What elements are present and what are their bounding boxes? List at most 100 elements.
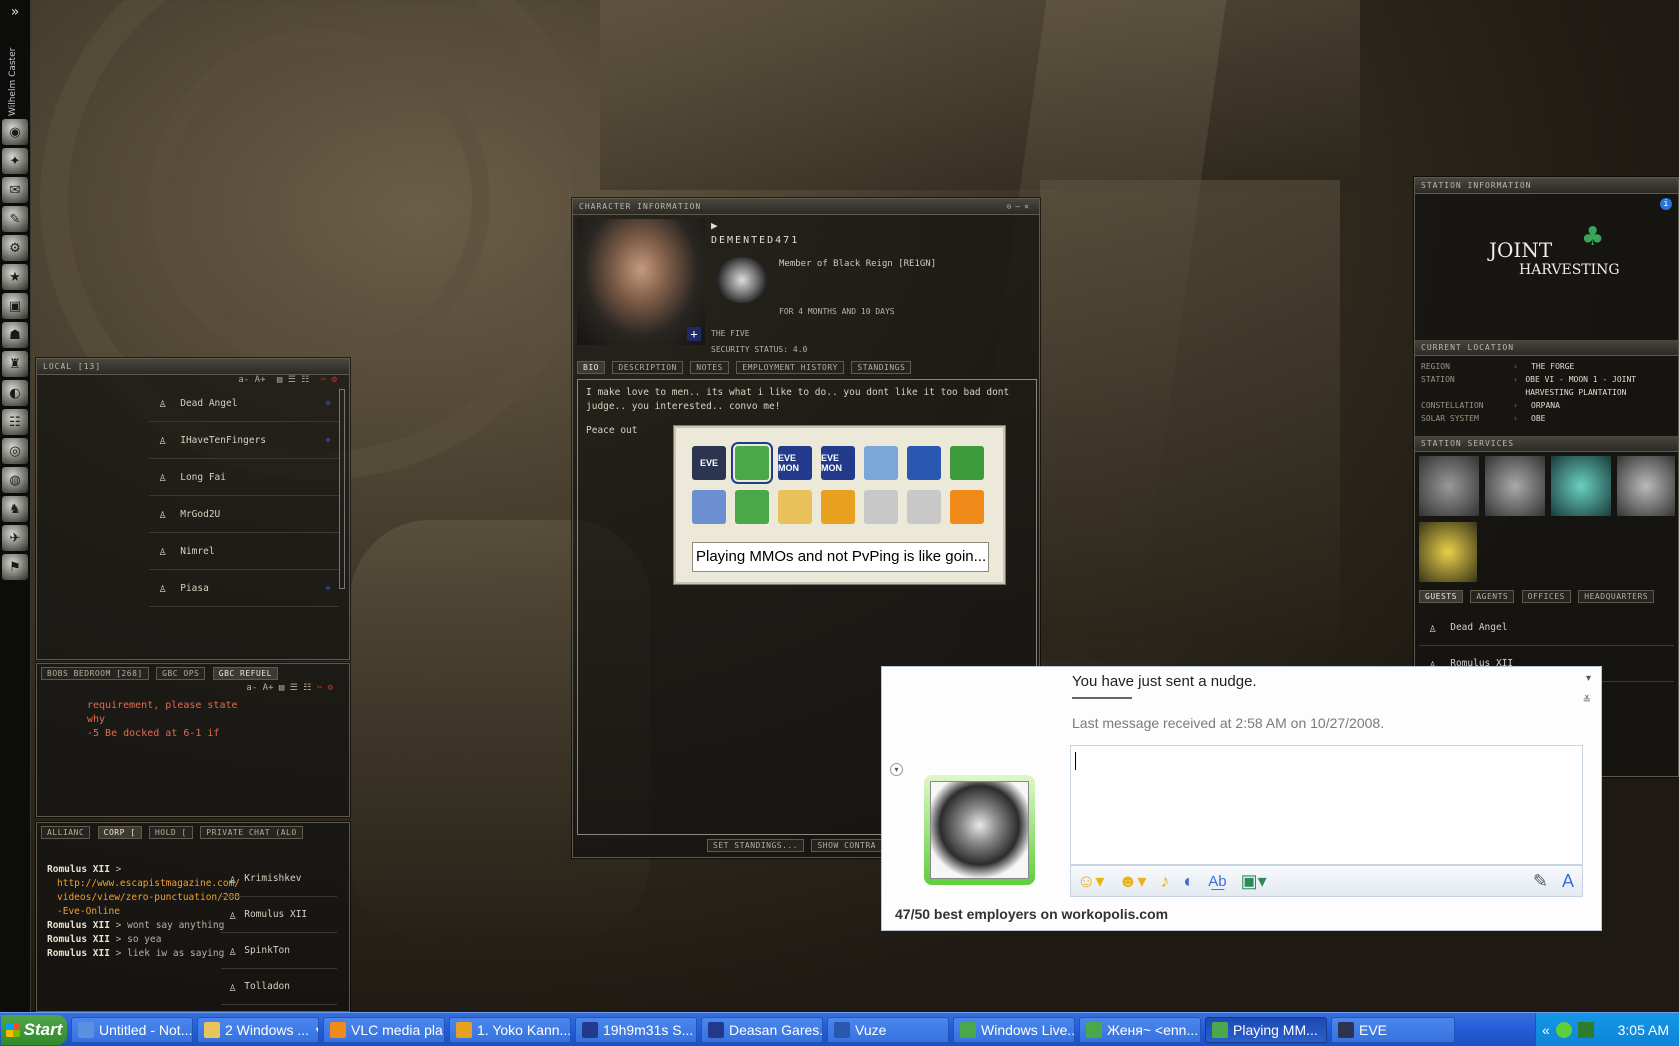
neocom-button-6-icon[interactable]: ▣ — [2, 293, 28, 319]
taskbar-button[interactable]: Windows Live... — [953, 1016, 1075, 1043]
location-value[interactable]: OBE VI - MOON 1 - JOINT HARVESTING PLANT… — [1525, 373, 1674, 399]
local-member-row[interactable]: ♙ MrGod2U — [149, 496, 339, 533]
tab-gbc-ops[interactable]: GBC OPS — [156, 667, 206, 680]
collapse-arrow-icon[interactable]: ▾ — [890, 763, 903, 776]
neocom-button-13-icon[interactable]: ♞ — [2, 496, 28, 522]
taskbar-button[interactable]: Playing MM... — [1205, 1016, 1327, 1043]
font-icon[interactable]: A͟b — [1208, 873, 1226, 890]
wink-icon[interactable]: ☻▾ — [1118, 871, 1146, 892]
station-info-title[interactable]: STATION INFORMATION — [1415, 178, 1678, 194]
tab-offices[interactable]: OFFICES — [1521, 590, 1571, 603]
neocom-button-4-icon[interactable]: ⚙ — [2, 235, 28, 261]
chat-speaker[interactable]: Romulus XII — [47, 948, 110, 959]
ventrilo-tray-icon[interactable] — [1577, 1022, 1594, 1038]
collapse-icon[interactable]: – — [1015, 202, 1024, 211]
tab-alliance[interactable]: ALLIANC — [41, 826, 91, 839]
service-agents-icon[interactable] — [1419, 456, 1479, 516]
service-recycle-icon[interactable] — [1419, 522, 1477, 582]
nudge-icon[interactable]: ◐ — [1183, 871, 1194, 892]
tab-notes[interactable]: NOTES — [690, 361, 729, 374]
tab-headquarters[interactable]: HEADQUARTERS — [1578, 590, 1655, 603]
font-size-controls[interactable]: a- A+ — [246, 683, 273, 693]
clock[interactable]: 3:05 AM — [1618, 1022, 1679, 1038]
taskbar-button[interactable]: EVE — [1331, 1016, 1455, 1043]
corp-member-row[interactable]: ♙ Tolladon — [221, 969, 337, 1005]
alt-tab-cd2-icon[interactable] — [907, 490, 941, 524]
guest-row[interactable]: ♙ Dead Angel — [1419, 610, 1674, 646]
local-member-row[interactable]: ♙ IHaveTenFingers + — [149, 422, 339, 459]
neocom-button-9-icon[interactable]: ◐ — [2, 380, 28, 406]
settings-icon[interactable]: ✂ ⚙ — [321, 375, 337, 385]
view-mode-icon[interactable]: ▤ ☰ ☷ — [277, 375, 309, 385]
tab-corp[interactable]: CORP [ — [97, 826, 142, 839]
local-chat-title[interactable]: LOCAL [13] — [37, 359, 349, 375]
location-value[interactable]: THE FORGE — [1531, 360, 1574, 373]
tab-guests[interactable]: GUESTS — [1419, 590, 1463, 603]
add-contact-icon[interactable]: + — [687, 327, 701, 341]
corp-member-row[interactable]: ♙ SpinkTon — [221, 933, 337, 969]
tab-employment-history[interactable]: EMPLOYMENT HISTORY — [736, 361, 844, 374]
history-scroll-down-icon[interactable]: ≚ — [1583, 695, 1591, 706]
local-member-row[interactable]: ♙ Long Fai — [149, 459, 339, 496]
history-scroll-up-icon[interactable]: ▾ — [1586, 673, 1591, 684]
tab-private-chat[interactable]: PRIVATE CHAT (ALO — [200, 826, 303, 839]
chat-link[interactable]: http://www.escapistmagazine.com/videos/v… — [47, 877, 242, 919]
taskbar-button[interactable]: Untitled - Not... — [71, 1016, 193, 1043]
tab-description[interactable]: DESCRIPTION — [612, 361, 683, 374]
tab-standings[interactable]: STANDINGS — [851, 361, 912, 374]
neocom-button-0-icon[interactable]: ◉ — [2, 119, 28, 145]
taskbar-button[interactable]: 2 Windows ... ▼ — [197, 1016, 319, 1043]
local-member-row[interactable]: ♙ Piasa + — [149, 570, 339, 607]
voice-clip-icon[interactable]: ♪ — [1160, 871, 1169, 892]
info-icon[interactable]: i — [1660, 198, 1672, 210]
view-mode-icon[interactable]: ▤ ☰ ☷ — [279, 683, 317, 693]
service-market-icon[interactable] — [1617, 456, 1675, 516]
service-clone-bay-icon[interactable] — [1485, 456, 1545, 516]
alt-tab-folder-icon[interactable] — [778, 490, 812, 524]
corp-member-row[interactable]: ♙ Romulus XII — [221, 897, 337, 933]
location-value[interactable]: ORPANA — [1531, 399, 1560, 412]
set-standings-button[interactable]: SET STANDINGS... — [707, 839, 805, 852]
alt-tab-cd1-icon[interactable] — [864, 490, 898, 524]
tab-agents[interactable]: AGENTS — [1470, 590, 1515, 603]
taskbar-button[interactable]: 19h9m31s S... — [575, 1016, 697, 1043]
neocom-button-7-icon[interactable]: ☗ — [2, 322, 28, 348]
alt-tab-evemon2-icon[interactable]: EVE MON — [821, 446, 855, 480]
service-factory-icon[interactable] — [1551, 456, 1611, 516]
pen-icon[interactable]: ✎ — [1533, 871, 1548, 892]
alt-tab-winamp-icon[interactable] — [821, 490, 855, 524]
taskbar-button[interactable]: VLC media pla... — [323, 1016, 445, 1043]
neocom-button-11-icon[interactable]: ◎ — [2, 438, 28, 464]
taskbar-button[interactable]: 1. Yoko Kann... — [449, 1016, 571, 1043]
taskbar-button[interactable]: Vuze — [827, 1016, 949, 1043]
tab-bio[interactable]: BIO — [577, 361, 605, 374]
chat-speaker[interactable]: Romulus XII — [47, 920, 110, 931]
alt-tab-my-computer-icon[interactable] — [864, 446, 898, 480]
tray-expand-icon[interactable]: « — [1542, 1022, 1550, 1038]
neocom-button-10-icon[interactable]: ☷ — [2, 409, 28, 435]
neocom-button-14-icon[interactable]: ✈ — [2, 525, 28, 551]
chat-speaker[interactable]: Romulus XII — [47, 934, 110, 945]
neocom-collapse-button[interactable]: » — [0, 0, 30, 24]
text-format-icon[interactable]: A — [1562, 871, 1582, 892]
neocom-button-15-icon[interactable]: ⚑ — [2, 554, 28, 580]
neocom-button-12-icon[interactable]: ◍ — [2, 467, 28, 493]
corp-member-row[interactable]: ♙ Krimishkev — [221, 861, 337, 897]
alt-tab-eve-icon[interactable]: EVE — [692, 446, 726, 480]
contact-display-picture[interactable] — [924, 775, 1035, 885]
local-scrollbar[interactable] — [339, 389, 345, 589]
message-input-box[interactable] — [1070, 745, 1583, 865]
emoticon-icon[interactable]: ☺▾ — [1077, 871, 1104, 892]
font-size-controls[interactable]: a- A+ — [238, 375, 265, 385]
start-button[interactable]: Start — [1, 1014, 67, 1045]
alt-tab-evemon1-icon[interactable]: EVE MON — [778, 446, 812, 480]
tab-bobs-bedroom[interactable]: BOBS BEDROOM [268] — [41, 667, 149, 680]
location-value[interactable]: OBE — [1531, 412, 1545, 425]
expand-arrow-icon[interactable]: ▶ — [711, 219, 718, 232]
taskbar-button[interactable]: Deasan Gares... — [701, 1016, 823, 1043]
messenger-tray-icon[interactable] — [1555, 1022, 1572, 1038]
local-member-row[interactable]: ♙ Dead Angel + — [149, 385, 339, 422]
neocom-button-5-icon[interactable]: ★ — [2, 264, 28, 290]
show-contracts-button[interactable]: SHOW CONTRA — [811, 839, 882, 852]
neocom-button-8-icon[interactable]: ♜ — [2, 351, 28, 377]
